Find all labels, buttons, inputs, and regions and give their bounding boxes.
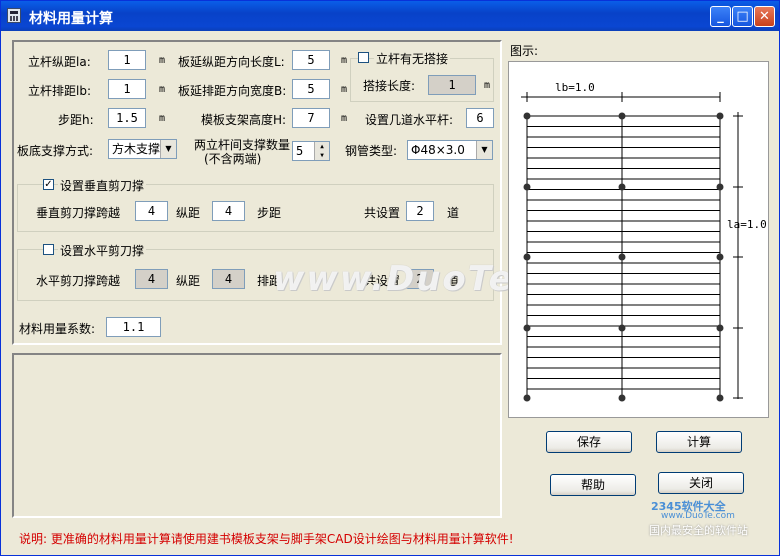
horiz-count-label: 设置几道水平杆: [365, 113, 454, 127]
lb-unit: m [159, 84, 166, 95]
lb-label: 立杆排距lb: [28, 84, 91, 98]
lb-dimension: lb=1.0 [555, 81, 595, 94]
output-panel [12, 353, 502, 518]
lap-checkbox[interactable] [358, 52, 369, 63]
la-label: 立杆纵距la: [28, 55, 91, 69]
diagram-label: 图示: [510, 44, 539, 58]
scaffold-node [716, 324, 724, 332]
node-dots [523, 112, 724, 402]
scaffold-node [523, 112, 531, 120]
steel-select[interactable]: Φ48×3.0 ▼ [407, 140, 493, 160]
horizontal-mid-label: 纵距 [176, 274, 201, 288]
steel-label: 钢管类型: [345, 144, 398, 158]
horiz-count-input[interactable]: 6 [466, 108, 494, 128]
scaffold-node [716, 394, 724, 402]
horizontal-span-label: 水平剪刀撑跨越 [36, 274, 121, 288]
lap-len-unit: m [484, 80, 491, 91]
scaffold-node [716, 112, 724, 120]
B-label: 板延排距方向宽度B: [178, 84, 287, 98]
L-unit: m [341, 55, 348, 66]
scaffold-node [618, 324, 626, 332]
brand-watermark-url: www.DuoTe.com [661, 511, 735, 521]
B-input[interactable]: 5 [292, 79, 330, 99]
H-unit: m [341, 113, 348, 124]
h-input[interactable]: 1.5 [108, 108, 146, 128]
scaffold-diagram: lb=1.0 la=1.0 [521, 81, 767, 402]
steel-value: Φ48×3.0 [411, 143, 465, 157]
brand-watermark-slogan: 国内最安全的软件站 [649, 524, 748, 537]
B-unit: m [341, 84, 348, 95]
save-button[interactable]: 保存 [546, 431, 632, 453]
diagram-canvas: lb=1.0 la=1.0 [508, 61, 769, 418]
between-sublabel: (不含两端) [204, 152, 262, 166]
between-value: 5 [296, 144, 304, 158]
window-title: 材料用量计算 [29, 11, 113, 27]
scaffold-node [523, 324, 531, 332]
close-window-button[interactable]: ✕ [754, 6, 775, 27]
L-input[interactable]: 5 [292, 50, 330, 70]
support-mode-select[interactable]: 方木支撑 ▼ [108, 139, 177, 159]
app-icon [7, 8, 21, 23]
scaffold-node [618, 394, 626, 402]
lap-check-label: 立杆有无搭接 [374, 50, 451, 67]
horizontal-span-a-input[interactable]: 4 [135, 269, 168, 289]
app-window: 材料用量计算 _ □ ✕ 立杆纵距la: 1 m 板延纵距方向长度L: 5 m … [0, 0, 780, 556]
scaffold-node [523, 253, 531, 261]
scaffold-node [618, 253, 626, 261]
vertical-brace-label: 设置垂直剪刀撑 [58, 177, 147, 194]
horizontal-span-b-input[interactable]: 4 [212, 269, 245, 289]
close-button[interactable]: 关闭 [658, 472, 744, 494]
lb-input[interactable]: 1 [108, 79, 146, 99]
scaffold-node [523, 183, 531, 191]
vertical-total-label: 共设置 [364, 206, 401, 220]
H-input[interactable]: 7 [292, 108, 330, 128]
note-text: 说明: 更准确的材料用量计算请使用建书模板支架与脚手架CAD设计绘图与材料用量计… [19, 532, 514, 546]
scaffold-node [716, 253, 724, 261]
vertical-mid-label: 纵距 [176, 206, 201, 220]
lap-len-input[interactable]: 1 [428, 75, 476, 95]
vertical-total-input[interactable]: 2 [406, 201, 434, 221]
horizontal-brace-label: 设置水平剪刀撑 [58, 242, 147, 259]
minimize-button[interactable]: _ [710, 6, 731, 27]
help-button[interactable]: 帮助 [550, 474, 636, 496]
L-label: 板延纵距方向长度L: [178, 55, 285, 69]
scaffold-node [618, 112, 626, 120]
scaffold-node [523, 394, 531, 402]
vertical-brace-checkbox[interactable]: ✓ [43, 179, 54, 190]
la-dimension: la=1.0 [727, 218, 767, 231]
vertical-span-a-input[interactable]: 4 [135, 201, 168, 221]
coef-input[interactable]: 1.1 [106, 317, 161, 337]
lap-len-label: 搭接长度: [363, 79, 416, 93]
scaffold-node [716, 183, 724, 191]
scaffold-node [618, 183, 626, 191]
horizontal-brace-checkbox[interactable] [43, 244, 54, 255]
between-spinner[interactable]: 5 ▲ ▼ [292, 141, 330, 161]
chevron-down-icon[interactable]: ▼ [160, 140, 176, 158]
spin-down-icon[interactable]: ▼ [314, 151, 329, 160]
calculate-button[interactable]: 计算 [656, 431, 742, 453]
vertical-tail-label: 步距 [257, 206, 282, 220]
la-input[interactable]: 1 [108, 50, 146, 70]
coef-label: 材料用量系数: [19, 322, 96, 336]
maximize-button[interactable]: □ [732, 6, 753, 27]
vertical-span-label: 垂直剪刀撑跨越 [36, 206, 121, 220]
h-label: 步距h: [58, 113, 94, 127]
vertical-span-b-input[interactable]: 4 [212, 201, 245, 221]
title-bar: 材料用量计算 _ □ ✕ [1, 1, 779, 31]
scaffold-lines [521, 92, 743, 399]
support-mode-label: 板底支撑方式: [17, 144, 94, 158]
h-unit: m [159, 113, 166, 124]
chevron-down-icon[interactable]: ▼ [476, 141, 492, 159]
horizontal-bars [527, 115, 720, 390]
vertical-unit-label: 道 [447, 206, 460, 220]
support-mode-value: 方木支撑 [112, 142, 161, 156]
la-unit: m [159, 55, 166, 66]
H-label: 模板支架高度H: [201, 113, 287, 127]
